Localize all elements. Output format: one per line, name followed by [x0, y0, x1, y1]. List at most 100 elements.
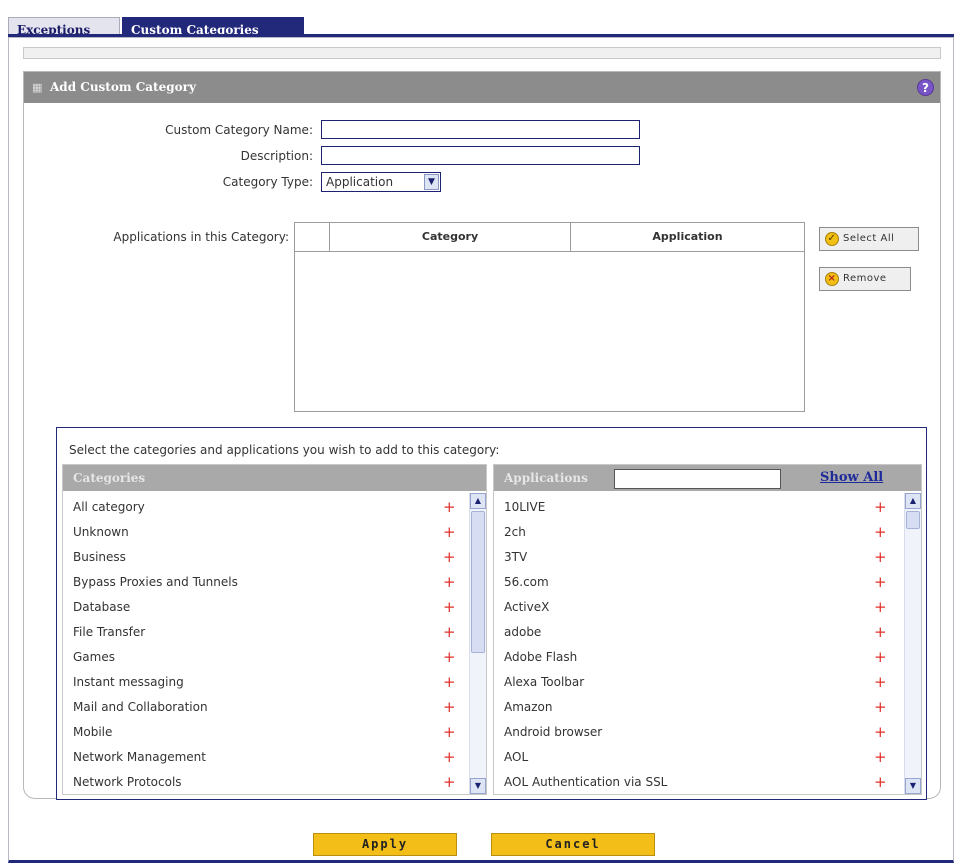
category-type-select[interactable]: Application ▼ [321, 172, 441, 192]
picker-prompt: Select the categories and applications y… [69, 443, 500, 457]
add-plus-icon[interactable]: + [874, 645, 887, 670]
list-item[interactable]: Bypass Proxies and Tunnels + [63, 570, 463, 595]
list-item[interactable]: Android browser + [494, 720, 898, 745]
application-column-header: Application [652, 230, 723, 243]
scroll-down-icon[interactable]: ▼ [470, 778, 486, 794]
select-column-header [295, 223, 330, 251]
list-item-label: 3TV [504, 550, 528, 564]
category-type-label: Category Type: [222, 175, 313, 189]
list-item[interactable]: 10LIVE + [494, 495, 898, 520]
expand-collapse-icon[interactable]: ▦ [32, 72, 42, 103]
add-plus-icon[interactable]: + [874, 545, 887, 570]
tab-bar: Exceptions Custom Categories [6, 9, 959, 41]
add-plus-icon[interactable]: + [443, 545, 456, 570]
list-item[interactable]: Unknown + [63, 520, 463, 545]
list-item[interactable]: ActiveX + [494, 595, 898, 620]
description-label: Description: [240, 149, 313, 163]
list-item-label: Mobile [73, 725, 113, 739]
info-strip [23, 47, 941, 59]
main-panel: ▦ Add Custom Category ? Custom Category … [8, 37, 954, 863]
check-icon: ✓ [825, 232, 839, 246]
list-item-label: Network Management [73, 750, 206, 764]
add-plus-icon[interactable]: + [443, 670, 456, 695]
remove-label: Remove [843, 273, 887, 284]
description-input[interactable] [321, 146, 640, 165]
category-name-input[interactable] [321, 120, 640, 139]
applications-header: Applications Show All [494, 465, 921, 491]
remove-button[interactable]: × Remove [819, 267, 911, 291]
add-plus-icon[interactable]: + [443, 745, 456, 770]
list-item[interactable]: 3TV + [494, 545, 898, 570]
list-item-label: Android browser [504, 725, 603, 739]
add-plus-icon[interactable]: + [874, 695, 887, 720]
add-plus-icon[interactable]: + [443, 520, 456, 545]
list-item-label: 56.com [504, 575, 549, 589]
add-plus-icon[interactable]: + [443, 770, 456, 795]
list-item[interactable]: Adobe Flash + [494, 645, 898, 670]
list-item[interactable]: Database + [63, 595, 463, 620]
list-item[interactable]: Alexa Toolbar + [494, 670, 898, 695]
add-plus-icon[interactable]: + [443, 570, 456, 595]
list-item[interactable]: 2ch + [494, 520, 898, 545]
categories-scrollbar[interactable]: ▲ ▼ [469, 493, 486, 794]
add-plus-icon[interactable]: + [874, 720, 887, 745]
list-item-label: AOL [504, 750, 529, 764]
add-plus-icon[interactable]: + [874, 770, 887, 795]
list-item-label: ActiveX [504, 600, 550, 614]
list-item-label: Database [73, 600, 131, 614]
cancel-button[interactable]: Cancel [491, 833, 655, 856]
list-item-label: Mail and Collaboration [73, 700, 208, 714]
list-item-label: Business [73, 550, 126, 564]
list-item-label: Network Protocols [73, 775, 182, 789]
scroll-up-icon[interactable]: ▲ [470, 493, 486, 509]
name-label: Custom Category Name: [165, 123, 313, 137]
add-plus-icon[interactable]: + [874, 570, 887, 595]
add-plus-icon[interactable]: + [443, 645, 456, 670]
list-item-label: Alexa Toolbar [504, 675, 585, 689]
add-plus-icon[interactable]: + [874, 595, 887, 620]
applications-header-label: Applications [504, 471, 588, 485]
show-all-link[interactable]: Show All [820, 470, 883, 485]
scroll-thumb[interactable] [906, 511, 920, 529]
list-item[interactable]: Mail and Collaboration + [63, 695, 463, 720]
add-plus-icon[interactable]: + [443, 495, 456, 520]
list-item[interactable]: Instant messaging + [63, 670, 463, 695]
list-item[interactable]: Games + [63, 645, 463, 670]
select-all-button[interactable]: ✓ Select All [819, 227, 919, 251]
section-title: Add Custom Category [50, 80, 196, 94]
list-item[interactable]: AOL Authentication via SSL + [494, 770, 898, 795]
list-item[interactable]: adobe + [494, 620, 898, 645]
scroll-up-icon[interactable]: ▲ [905, 493, 921, 509]
list-item[interactable]: All category + [63, 495, 463, 520]
list-item[interactable]: Network Protocols + [63, 770, 463, 795]
add-plus-icon[interactable]: + [443, 695, 456, 720]
application-search-input[interactable] [614, 469, 781, 489]
list-item[interactable]: AOL + [494, 745, 898, 770]
scroll-down-icon[interactable]: ▼ [905, 778, 921, 794]
add-plus-icon[interactable]: + [874, 520, 887, 545]
custom-categories-window: Exceptions Custom Categories ▦ Add Custo… [6, 3, 959, 865]
list-item[interactable]: Amazon + [494, 695, 898, 720]
chevron-down-icon[interactable]: ▼ [424, 174, 439, 190]
categories-pane: Categories All category + Unknown + Business… [62, 464, 487, 795]
list-item[interactable]: File Transfer + [63, 620, 463, 645]
applications-scrollbar[interactable]: ▲ ▼ [904, 493, 921, 794]
categories-header-label: Categories [73, 471, 146, 485]
add-plus-icon[interactable]: + [443, 720, 456, 745]
categories-header: Categories [63, 465, 486, 491]
add-plus-icon[interactable]: + [874, 745, 887, 770]
add-plus-icon[interactable]: + [874, 620, 887, 645]
scroll-thumb[interactable] [471, 511, 485, 653]
add-plus-icon[interactable]: + [443, 620, 456, 645]
list-item-label: Bypass Proxies and Tunnels [73, 575, 238, 589]
add-plus-icon[interactable]: + [443, 595, 456, 620]
list-item[interactable]: 56.com + [494, 570, 898, 595]
category-picker: Select the categories and applications y… [56, 427, 927, 800]
apply-button[interactable]: Apply [313, 833, 457, 856]
add-plus-icon[interactable]: + [874, 495, 887, 520]
list-item[interactable]: Mobile + [63, 720, 463, 745]
help-icon[interactable]: ? [917, 79, 934, 96]
list-item[interactable]: Network Management + [63, 745, 463, 770]
list-item[interactable]: Business + [63, 545, 463, 570]
add-plus-icon[interactable]: + [874, 670, 887, 695]
